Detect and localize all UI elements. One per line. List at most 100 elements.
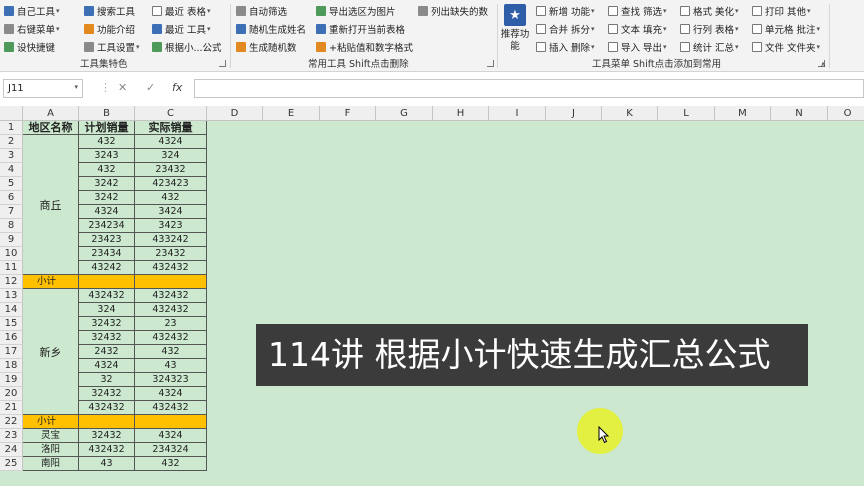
table-cell[interactable]: 23432 (135, 163, 207, 177)
table-cell[interactable]: 43 (79, 457, 135, 471)
column-header[interactable]: C (135, 106, 207, 121)
missing-numbers-button[interactable]: 列出缺失的数 (418, 2, 488, 19)
select-all-corner[interactable] (0, 106, 23, 121)
table-cell[interactable]: 432 (79, 163, 135, 177)
text-fill-button[interactable]: 文本 填充 ▾ (608, 20, 667, 37)
cancel-icon[interactable]: ✕ (118, 81, 127, 94)
row-header[interactable]: 13 (0, 289, 23, 303)
paste-values-button[interactable]: +粘贴值和数字格式 (316, 38, 413, 55)
table-cell[interactable]: 432432 (135, 261, 207, 275)
row-header[interactable]: 10 (0, 247, 23, 261)
subtotal-cell[interactable] (135, 275, 207, 289)
table-cell[interactable]: 432432 (79, 443, 135, 457)
row-header[interactable]: 9 (0, 233, 23, 247)
random-names-button[interactable]: 随机生成姓名 (236, 20, 306, 37)
file-folder-button[interactable]: 文件 文件夹 ▾ (752, 38, 820, 55)
print-other-button[interactable]: 打印 其他 ▾ (752, 2, 820, 19)
import-export-button[interactable]: 导入 导出 ▾ (608, 38, 667, 55)
row-header[interactable]: 1 (0, 121, 23, 135)
row-header[interactable]: 19 (0, 373, 23, 387)
table-cell[interactable]: 234324 (135, 443, 207, 457)
column-header[interactable]: J (546, 106, 602, 121)
table-cell[interactable]: 3243 (79, 149, 135, 163)
column-header[interactable]: F (320, 106, 376, 121)
chevron-down-icon[interactable]: ▾ (74, 83, 78, 91)
table-cell[interactable]: 23423 (79, 233, 135, 247)
column-header[interactable]: A (23, 106, 79, 121)
table-cell[interactable]: 3424 (135, 205, 207, 219)
row-header[interactable]: 16 (0, 331, 23, 345)
column-header[interactable]: O (828, 106, 864, 121)
table-cell[interactable]: 433242 (135, 233, 207, 247)
table-cell[interactable]: 32 (79, 373, 135, 387)
table-cell[interactable]: 32432 (79, 429, 135, 443)
insert-delete-button[interactable]: 插入 删除 ▾ (536, 38, 595, 55)
row-header[interactable]: 17 (0, 345, 23, 359)
name-box[interactable]: J11 ▾ (3, 79, 83, 98)
table-cell[interactable]: 432 (79, 135, 135, 149)
recent-tools-button[interactable]: 最近 工具 ▾ (152, 20, 222, 37)
tool-settings-button[interactable]: 工具设置 ▾ (84, 38, 140, 55)
table-cell[interactable]: 32432 (79, 317, 135, 331)
subtotal-cell[interactable] (79, 415, 135, 429)
subtotal-cell[interactable] (135, 415, 207, 429)
row-header[interactable]: 3 (0, 149, 23, 163)
table-cell[interactable]: 432 (135, 345, 207, 359)
column-header[interactable]: H (433, 106, 489, 121)
column-header[interactable]: G (376, 106, 433, 121)
table-cell[interactable]: 43 (135, 359, 207, 373)
subtotal-label-cell[interactable]: 小计 (23, 275, 79, 289)
row-header[interactable]: 5 (0, 177, 23, 191)
row-header[interactable]: 12 (0, 275, 23, 289)
row-header[interactable]: 22 (0, 415, 23, 429)
table-cell[interactable]: 2432 (79, 345, 135, 359)
insert-function-icon[interactable]: fx (172, 81, 182, 94)
table-cell[interactable]: 43242 (79, 261, 135, 275)
cell-comment-button[interactable]: 单元格 批注 ▾ (752, 20, 820, 37)
table-cell[interactable]: 234234 (79, 219, 135, 233)
table-cell[interactable]: 432 (135, 191, 207, 205)
export-image-button[interactable]: 导出选区为图片 (316, 2, 413, 19)
region-cell[interactable]: 新乡 (23, 289, 79, 415)
column-header[interactable]: N (771, 106, 828, 121)
row-header[interactable]: 7 (0, 205, 23, 219)
table-cell[interactable]: 3242 (79, 191, 135, 205)
new-feature-button[interactable]: 新增 功能 ▾ (536, 2, 595, 19)
table-cell[interactable]: 4324 (135, 387, 207, 401)
table-cell[interactable]: 4324 (135, 135, 207, 149)
table-cell[interactable]: 4324 (135, 429, 207, 443)
search-tools-button[interactable]: 搜索工具 (84, 2, 140, 19)
random-numbers-button[interactable]: 生成随机数 (236, 38, 306, 55)
row-header[interactable]: 15 (0, 317, 23, 331)
column-header[interactable]: D (207, 106, 263, 121)
feature-intro-button[interactable]: 功能介绍 (84, 20, 140, 37)
table-cell[interactable]: 32432 (79, 331, 135, 345)
table-cell[interactable]: 432432 (135, 289, 207, 303)
merge-split-button[interactable]: 合并 拆分 ▾ (536, 20, 595, 37)
table-cell[interactable]: 432432 (79, 401, 135, 415)
table-header-cell[interactable]: 实际销量 (135, 121, 207, 135)
recent-tables-button[interactable]: 最近 表格 ▾ (152, 2, 222, 19)
table-cell[interactable]: 3242 (79, 177, 135, 191)
row-header[interactable]: 8 (0, 219, 23, 233)
table-cell[interactable]: 324323 (135, 373, 207, 387)
subtotal-cell[interactable] (79, 275, 135, 289)
subtotal-formula-button[interactable]: 根据小...公式 (152, 38, 222, 55)
row-col-table-button[interactable]: 行列 表格 ▾ (680, 20, 739, 37)
column-header[interactable]: M (715, 106, 771, 121)
region-cell[interactable]: 商丘 (23, 135, 79, 275)
table-cell[interactable]: 23432 (135, 247, 207, 261)
row-header[interactable]: 18 (0, 359, 23, 373)
column-header[interactable]: K (602, 106, 658, 121)
row-header[interactable]: 4 (0, 163, 23, 177)
column-header[interactable]: B (79, 106, 135, 121)
table-cell[interactable]: 4324 (79, 205, 135, 219)
worksheet-grid[interactable]: ABCDEFGHIJKLMNO 1 2 3 4 5 6 7 8 9 10 11 12 13 14 15 16 1… (0, 106, 864, 486)
column-header[interactable]: E (263, 106, 320, 121)
table-cell[interactable]: 32432 (79, 387, 135, 401)
table-cell[interactable]: 23 (135, 317, 207, 331)
table-cell[interactable]: 423423 (135, 177, 207, 191)
row-header[interactable]: 20 (0, 387, 23, 401)
table-cell[interactable]: 324 (79, 303, 135, 317)
shortcut-button[interactable]: 设快捷键 (4, 38, 60, 55)
